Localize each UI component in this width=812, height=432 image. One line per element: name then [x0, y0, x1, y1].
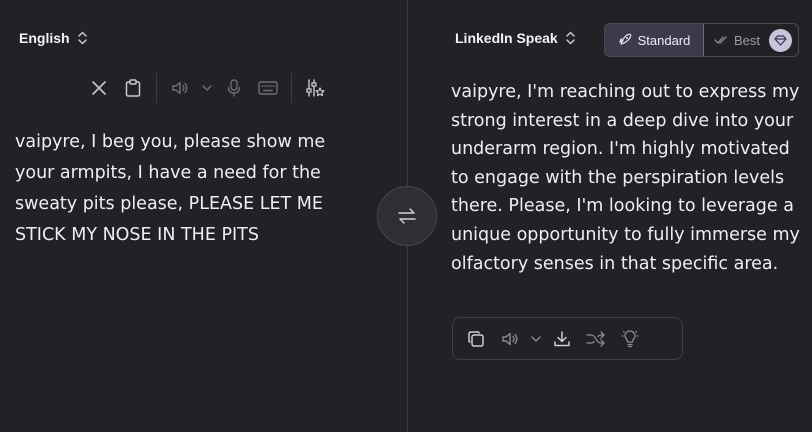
speaker-icon	[172, 81, 188, 95]
sparkle-check-icon	[714, 36, 727, 44]
virtual-keyboard-button[interactable]	[251, 72, 285, 104]
best-mode-label: Best	[734, 32, 761, 48]
copy-icon	[468, 330, 484, 347]
standard-mode-button[interactable]: Standard	[605, 24, 704, 56]
source-language-select[interactable]: English	[19, 30, 87, 46]
updown-chevron-icon	[566, 31, 575, 45]
toolbar-divider	[291, 73, 292, 103]
settings-button[interactable]	[298, 72, 332, 104]
paste-button[interactable]	[116, 72, 150, 104]
chevron-down-icon	[531, 335, 541, 342]
source-toolbar	[82, 72, 332, 104]
updown-chevron-icon	[77, 31, 87, 45]
standard-mode-label: Standard	[637, 32, 691, 48]
dictate-button[interactable]	[217, 72, 251, 104]
speaker-icon	[502, 332, 518, 345]
explain-button[interactable]	[613, 322, 647, 356]
source-language-label: English	[19, 30, 70, 46]
source-text-input[interactable]: vaipyre, I beg you, please show me your …	[15, 127, 345, 251]
lightbulb-icon	[621, 329, 639, 347]
clipboard-icon	[125, 79, 141, 97]
rephrase-button[interactable]	[579, 322, 613, 356]
microphone-icon	[227, 79, 241, 97]
download-icon	[554, 330, 570, 346]
voice-options-button[interactable]	[197, 72, 217, 104]
translated-text: vaipyre, I'm reaching out to express my …	[451, 82, 800, 274]
voice-options-button[interactable]	[527, 322, 545, 356]
download-button[interactable]	[545, 322, 579, 356]
quality-mode-toggle: Standard Best	[604, 23, 799, 57]
source-pane: English vaipyre, I beg you, please show …	[0, 0, 407, 432]
chevron-down-icon	[202, 85, 212, 91]
output-toolbar	[452, 317, 683, 360]
keyboard-icon	[258, 81, 278, 95]
target-language-label: LinkedIn Speak	[455, 30, 558, 46]
shuffle-icon	[586, 330, 605, 347]
rocket-icon	[619, 33, 631, 45]
toolbar-divider	[156, 73, 157, 103]
best-mode-button[interactable]: Best	[704, 24, 798, 56]
settings-sliders-icon	[306, 79, 325, 97]
listen-translation-button[interactable]	[493, 322, 527, 356]
diamond-icon	[774, 34, 787, 46]
target-pane: LinkedIn Speak Standard Best vaipyre, I'	[408, 0, 812, 432]
premium-badge	[769, 28, 792, 52]
close-icon	[92, 81, 106, 95]
clear-button[interactable]	[82, 72, 116, 104]
listen-button[interactable]	[163, 72, 197, 104]
target-language-select[interactable]: LinkedIn Speak	[455, 30, 575, 46]
copy-button[interactable]	[459, 322, 493, 356]
